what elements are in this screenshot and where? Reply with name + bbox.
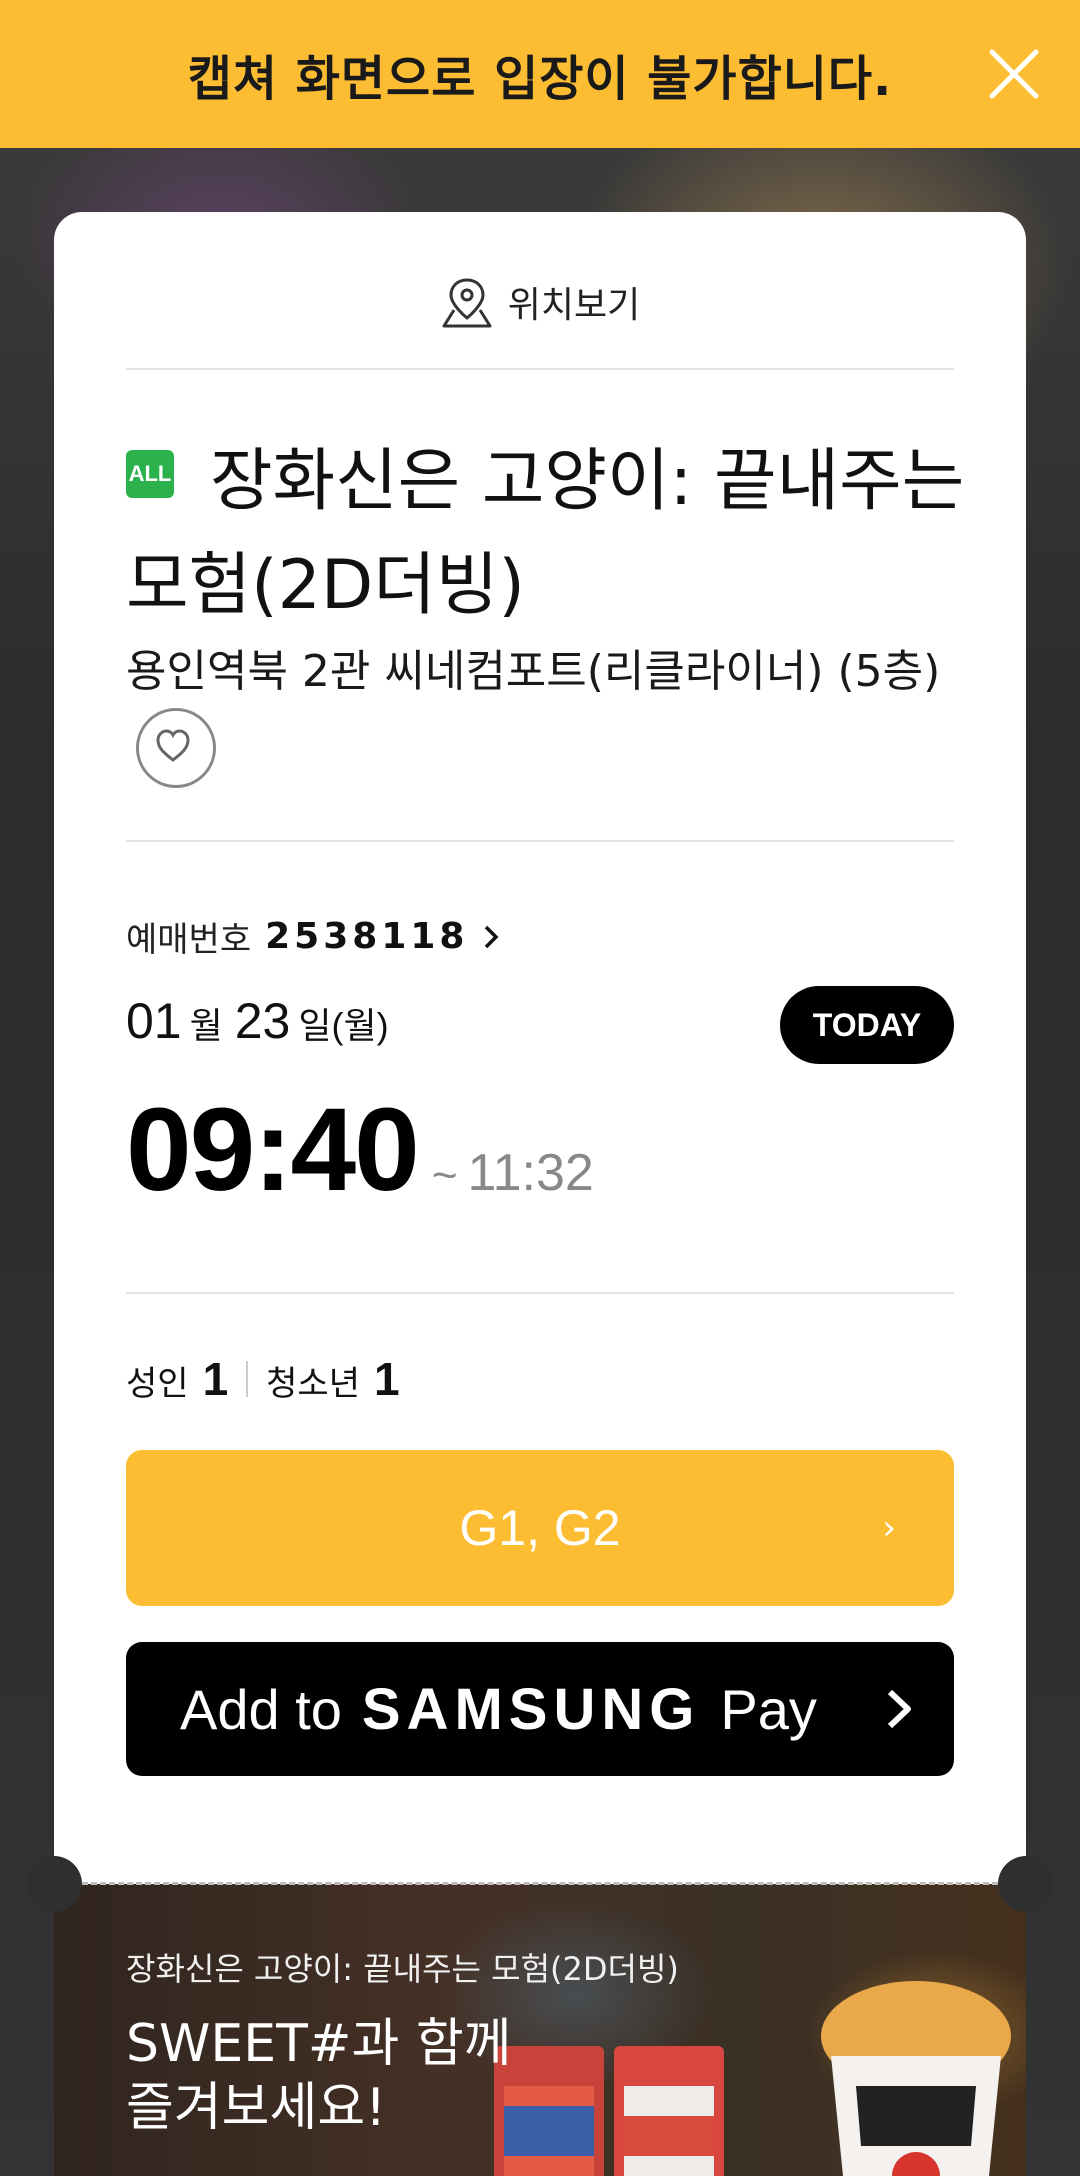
view-location-label: 위치보기 bbox=[507, 285, 641, 326]
rating-badge: ALL bbox=[126, 450, 174, 498]
youth-label: 청소년 bbox=[266, 1364, 360, 1404]
ticket-perforation bbox=[82, 1882, 998, 1885]
date-day-unit: 일(월) bbox=[298, 1005, 389, 1046]
show-time: 09:40 ~ 11:32 bbox=[126, 1082, 594, 1218]
youth-count: 1 bbox=[374, 1353, 400, 1405]
seat-info-button[interactable]: G1, G2 › bbox=[126, 1450, 954, 1606]
date-day: 23 bbox=[234, 993, 291, 1049]
capture-warning-banner: 캡쳐 화면으로 입장이 불가합니다. bbox=[0, 0, 1080, 148]
divider bbox=[126, 1292, 954, 1294]
seat-numbers: G1, G2 bbox=[459, 1500, 621, 1556]
adult-count: 1 bbox=[202, 1353, 229, 1405]
audience-count: 성인 1 청소년 1 bbox=[126, 1352, 400, 1406]
reservation-number: 2538118 bbox=[265, 916, 469, 957]
ticket-notch-right bbox=[998, 1856, 1054, 1912]
time-separator: ~ bbox=[431, 1151, 458, 1200]
reservation-number-link[interactable]: 예매번호 2538118 bbox=[126, 912, 500, 961]
favorite-button[interactable] bbox=[136, 708, 216, 788]
divider bbox=[126, 368, 954, 370]
venue-info: 용인역북 2관 씨네컴포트(리클라이너) (5층) bbox=[126, 632, 966, 794]
ticket-notch-left bbox=[26, 1856, 82, 1912]
map-pin-icon bbox=[442, 278, 492, 328]
popcorn-image bbox=[821, 1981, 1011, 2176]
add-to-samsung-pay-button[interactable]: Add to SAMSUNG Pay bbox=[126, 1642, 954, 1776]
adult-label: 성인 bbox=[126, 1364, 189, 1404]
chevron-right-icon: › bbox=[882, 1508, 896, 1548]
today-badge: TODAY bbox=[780, 986, 954, 1064]
show-date: 01 월 23 일(월) bbox=[126, 992, 401, 1050]
promo-headline-line1: SWEET#과 함께 bbox=[126, 2014, 512, 2074]
ticket-card: 위치보기 ALL 장화신은 고양이: 끝내주는 모험(2D더빙) 용인역북 2관… bbox=[54, 212, 1026, 1884]
start-time: 09:40 bbox=[126, 1084, 420, 1216]
promo-banner[interactable]: 장화신은 고양이: 끝내주는 모험(2D더빙) SWEET#과 함께 즐겨보세요… bbox=[54, 1884, 1026, 2176]
reservation-label: 예매번호 bbox=[126, 920, 252, 960]
view-location-button[interactable]: 위치보기 bbox=[54, 274, 1026, 330]
heart-icon bbox=[156, 729, 190, 762]
promo-headline: SWEET#과 함께 즐겨보세요! bbox=[126, 2012, 512, 2140]
movie-title: 장화신은 고양이: 끝내주는 모험(2D더빙) bbox=[126, 442, 965, 625]
drink-cup-image bbox=[614, 2046, 724, 2176]
samsung-pay-prefix: Add to bbox=[180, 1677, 342, 1741]
banner-text: 캡쳐 화면으로 입장이 불가합니다. bbox=[187, 51, 893, 107]
promo-subtitle: 장화신은 고양이: 끝내주는 모험(2D더빙) bbox=[126, 1950, 679, 1988]
promo-headline-line2: 즐겨보세요! bbox=[126, 2078, 387, 2138]
chevron-right-icon bbox=[887, 1689, 911, 1729]
count-divider bbox=[246, 1361, 249, 1397]
samsung-pay-suffix: Pay bbox=[720, 1677, 817, 1741]
divider bbox=[126, 840, 954, 842]
close-icon[interactable] bbox=[984, 44, 1044, 104]
samsung-logo: SAMSUNG bbox=[361, 1676, 701, 1742]
chevron-right-icon bbox=[485, 925, 499, 948]
movie-title-block: ALL 장화신은 고양이: 끝내주는 모험(2D더빙) bbox=[126, 430, 966, 638]
date-month-unit: 월 bbox=[189, 1005, 223, 1046]
venue-text: 용인역북 2관 씨네컴포트(리클라이너) (5층) bbox=[126, 646, 941, 697]
end-time: 11:32 bbox=[467, 1144, 594, 1202]
date-month: 01 bbox=[126, 993, 182, 1049]
